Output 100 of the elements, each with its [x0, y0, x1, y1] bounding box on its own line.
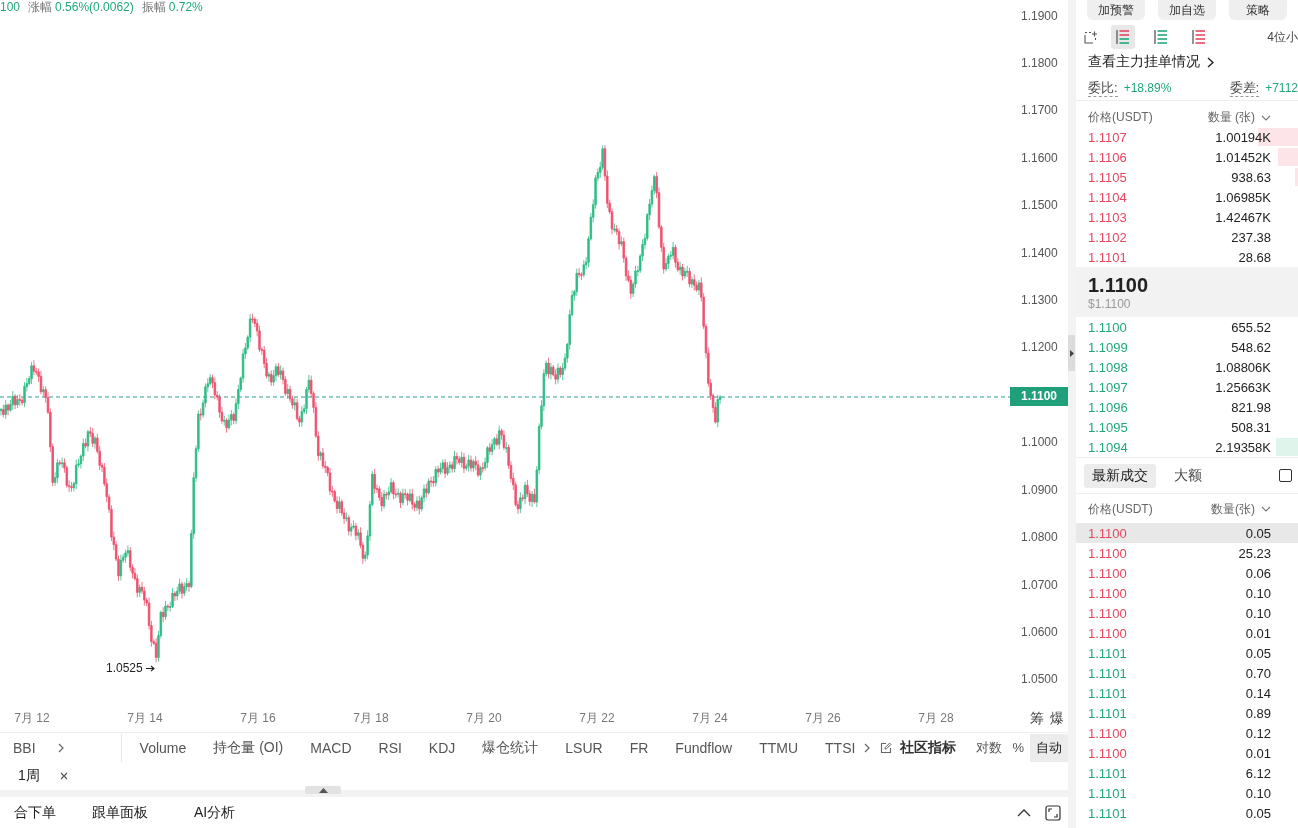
current-price-tag: 1.1100 — [1010, 386, 1068, 406]
price-axis-label: 1.0700 — [1020, 577, 1058, 593]
date-axis-label: 7月 28 — [918, 711, 954, 725]
chart-tool-button[interactable]: 筹 — [1030, 709, 1044, 728]
trade-amount: 0.89 — [1245, 705, 1271, 721]
indicator-tab[interactable]: Fundflow — [675, 738, 733, 757]
ask-amount: 938.63 — [1231, 169, 1271, 185]
ask-price: 1.1104 — [1088, 189, 1127, 205]
panel-toggle-handle[interactable] — [1068, 335, 1075, 371]
trade-price: 1.1100 — [1088, 565, 1127, 581]
indicator-tab[interactable]: TTMU — [759, 738, 799, 757]
column-header: 数量(张) — [1211, 500, 1255, 518]
expand-icon[interactable] — [1045, 804, 1061, 821]
indicator-tab[interactable]: FR — [629, 738, 649, 757]
order-book-icon — [1116, 29, 1130, 45]
trade-amount: 0.05 — [1245, 805, 1271, 821]
chevron-right-icon[interactable] — [864, 742, 871, 753]
trade-price: 1.1101 — [1088, 685, 1127, 701]
community-indicators-button[interactable]: 社区指标 — [900, 738, 957, 757]
low-price-marker: 1.0525 — [106, 661, 143, 675]
ask-price: 1.1107 — [1088, 129, 1127, 145]
ask-amount: 237.38 — [1231, 229, 1271, 245]
indicator-tab[interactable]: 爆仓统计 — [482, 738, 539, 757]
trade-price: 1.1101 — [1088, 665, 1127, 681]
checkbox[interactable] — [1279, 469, 1292, 482]
indicator-tab[interactable]: Volume — [139, 738, 187, 757]
action-button[interactable]: 策略 — [1229, 0, 1287, 20]
last-price-text: 100 — [0, 0, 21, 14]
bid-amount: 1.25663K — [1215, 379, 1271, 395]
indicator-tab[interactable]: MACD — [310, 738, 352, 757]
trade-amount: 0.10 — [1245, 605, 1271, 621]
trade-price: 1.1100 — [1088, 745, 1127, 761]
bottom-tab[interactable]: 合下单 — [14, 803, 56, 822]
chevron-down-icon[interactable] — [1261, 506, 1271, 512]
trade-amount: 0.10 — [1245, 785, 1271, 801]
action-button[interactable]: 加自选 — [1158, 0, 1216, 20]
bid-price: 1.1095 — [1088, 419, 1128, 435]
stat-label: 涨幅 — [28, 0, 53, 14]
chart-tool-button[interactable]: 爆 — [1050, 709, 1064, 728]
trades-tab[interactable]: 大额 — [1166, 463, 1210, 488]
triangle-right-icon — [1069, 349, 1074, 357]
precision-selector[interactable]: 4位小 — [1267, 28, 1298, 46]
scale-option[interactable]: % — [1008, 733, 1028, 762]
trade-amount: 0.06 — [1245, 565, 1271, 581]
trade-price: 1.1101 — [1088, 705, 1127, 721]
bottom-tab[interactable]: 跟单面板 — [92, 803, 148, 822]
chevron-right-icon[interactable] — [57, 742, 64, 753]
close-icon[interactable] — [59, 772, 68, 780]
date-axis-label: 7月 18 — [353, 711, 389, 725]
trade-price: 1.1100 — [1088, 605, 1127, 621]
chevron-right-icon — [1207, 56, 1214, 68]
date-axis-label: 7月 14 — [127, 711, 163, 725]
indicator-tab[interactable]: 持仓量 (OI) — [213, 738, 284, 757]
trade-amount: 6.12 — [1245, 765, 1271, 781]
indicator-tab[interactable]: RSI — [378, 738, 402, 757]
price-axis-label: 1.1700 — [1020, 103, 1058, 119]
date-axis-label: 7月 22 — [579, 711, 615, 725]
indicator-tab[interactable]: KDJ — [428, 738, 456, 757]
bid-amount: 508.31 — [1231, 419, 1271, 435]
bid-price: 1.1100 — [1088, 319, 1127, 335]
scale-option[interactable]: 自动 — [1030, 733, 1068, 762]
price-axis-label: 1.0500 — [1020, 672, 1058, 688]
big-orders-link[interactable]: 查看主力挂单情况 — [1076, 51, 1214, 73]
bid-price: 1.1097 — [1088, 379, 1128, 395]
chevron-down-icon[interactable] — [1261, 114, 1271, 121]
date-axis-label: 7月 16 — [240, 711, 276, 725]
book-view-button[interactable] — [1111, 25, 1135, 49]
scale-option[interactable]: 对数 — [972, 733, 1007, 762]
indicator-tab[interactable]: TTSI — [825, 738, 856, 757]
column-header: 数量 (张) — [1207, 109, 1255, 126]
trade-amount: 0.05 — [1245, 525, 1271, 541]
column-header: 价格(USDT) — [1088, 500, 1153, 518]
bid-amount: 548.62 — [1231, 339, 1271, 355]
chevron-up-icon[interactable] — [1017, 808, 1031, 817]
bid-amount: 1.08806K — [1215, 359, 1271, 375]
date-axis-label: 7月 12 — [14, 711, 50, 725]
edit-icon[interactable] — [880, 741, 893, 754]
price-axis-label: 1.1800 — [1020, 55, 1058, 71]
price-axis-label: 1.1000 — [1020, 435, 1058, 451]
trade-price: 1.1100 — [1088, 545, 1127, 561]
indicator-tab[interactable]: LSUR — [565, 738, 603, 757]
ratio-value: +18.89% — [1123, 81, 1172, 95]
price-axis-label: 1.1900 — [1020, 8, 1058, 24]
trade-price: 1.1101 — [1088, 805, 1127, 821]
square-plus-icon[interactable] — [1084, 30, 1097, 44]
bottom-tab[interactable]: AI分析 — [194, 803, 236, 822]
trades-tab[interactable]: 最新成交 — [1084, 463, 1156, 488]
collapse-handle[interactable] — [305, 786, 341, 794]
indicator-tab[interactable]: BBI — [13, 739, 36, 756]
bid-price: 1.1096 — [1088, 399, 1128, 415]
action-button[interactable]: 加预警 — [1087, 0, 1145, 20]
bid-amount: 655.52 — [1231, 319, 1271, 335]
trade-amount: 25.23 — [1238, 545, 1271, 561]
mid-price: 1.1100 — [1088, 272, 1150, 297]
trade-price: 1.1100 — [1088, 725, 1127, 741]
triangle-up-icon — [318, 787, 328, 793]
trade-amount: 0.01 — [1245, 625, 1271, 641]
price-axis-label: 1.0900 — [1020, 482, 1058, 498]
interval-tag[interactable]: 1周 — [18, 767, 40, 785]
ask-price: 1.1106 — [1088, 149, 1127, 165]
